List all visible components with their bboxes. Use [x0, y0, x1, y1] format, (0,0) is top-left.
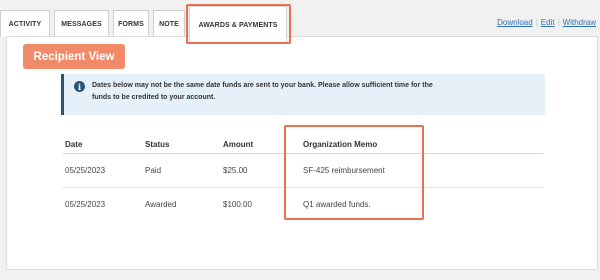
table-row: 05/25/2023 Awarded $100.00 Q1 awarded fu…	[63, 187, 543, 221]
info-notice: i Dates below may not be the same date f…	[61, 74, 545, 115]
tab-note[interactable]: NOTE	[153, 10, 185, 37]
tab-label: NOTE	[159, 20, 179, 28]
cell-amount: $25.00	[221, 153, 301, 188]
tab-label: MESSAGES	[61, 20, 102, 28]
awards-payments-panel: Recipient View i Dates below may not be …	[6, 36, 598, 270]
link-separator: |	[557, 18, 560, 27]
cell-status: Awarded	[145, 199, 177, 209]
table-header-row: Date Status Amount Organization Memo	[63, 137, 543, 154]
awards-table: Date Status Amount Organization Memo 05/…	[63, 137, 543, 221]
cell-memo: SF-425 reimbursement	[301, 153, 543, 188]
edit-link[interactable]: Edit	[541, 18, 555, 27]
action-links: Download | Edit | Withdraw	[497, 18, 596, 27]
cell-amount: $100.00	[223, 199, 252, 209]
tab-forms[interactable]: FORMS	[113, 10, 149, 37]
cell-date: 05/25/2023	[63, 153, 143, 188]
tab-awards-payments[interactable]: AWARDS & PAYMENTS	[189, 6, 287, 44]
tab-activity[interactable]: ACTIVITY	[0, 10, 50, 37]
cell-date: 05/25/2023	[65, 199, 106, 209]
column-header-amount: Amount	[221, 137, 301, 154]
tab-label: FORMS	[118, 20, 144, 28]
column-header-date: Date	[63, 137, 143, 154]
withdraw-link[interactable]: Withdraw	[563, 18, 596, 27]
cell-status: Paid	[143, 153, 221, 188]
info-icon: i	[74, 81, 85, 92]
table-row: 05/25/2023 Paid $25.00 SF-425 reimbursem…	[63, 153, 543, 188]
column-header-status: Status	[143, 137, 221, 154]
cell-memo: Q1 awarded funds.	[303, 199, 371, 209]
link-separator: |	[535, 18, 538, 27]
download-link[interactable]: Download	[497, 18, 533, 27]
info-text: Dates below may not be the same date fun…	[92, 82, 433, 101]
tab-label: ACTIVITY	[8, 20, 42, 28]
tab-label: AWARDS & PAYMENTS	[198, 22, 278, 29]
column-header-memo: Organization Memo	[301, 137, 543, 154]
recipient-view-button[interactable]: Recipient View	[23, 44, 125, 69]
tab-messages[interactable]: MESSAGES	[54, 10, 109, 37]
